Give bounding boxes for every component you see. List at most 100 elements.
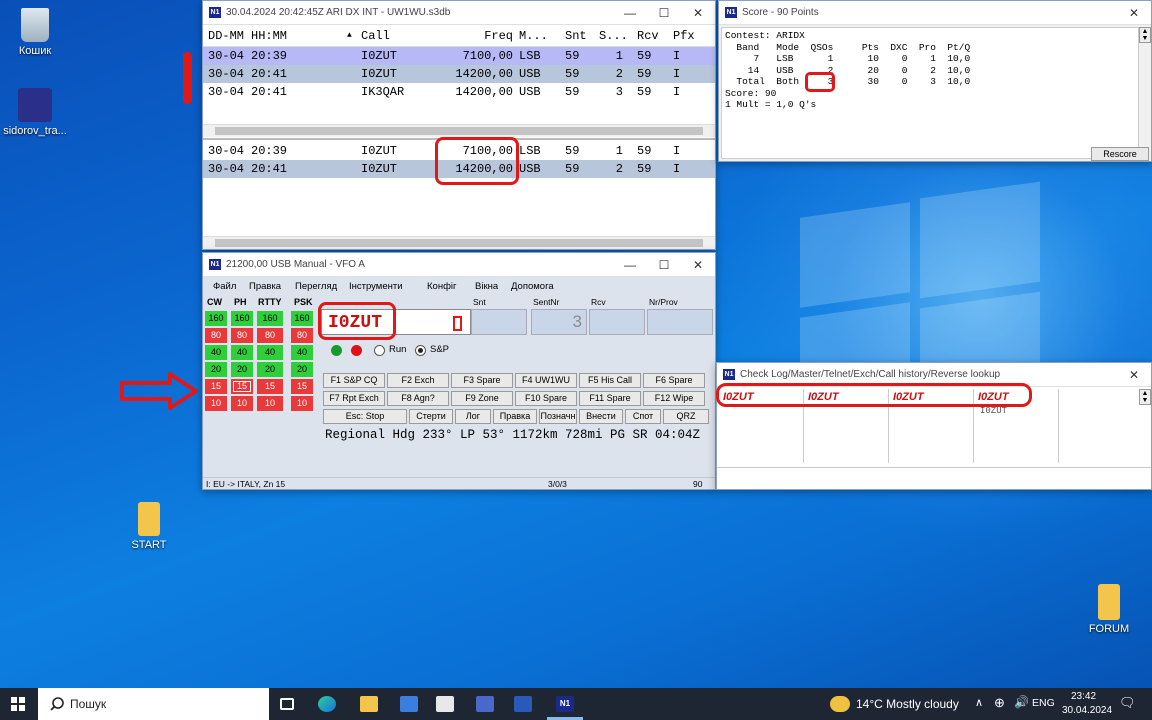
entry-window[interactable]: N1 21200,00 USB Manual - VFO A — ☐ ✕ Фай…: [202, 252, 716, 490]
col-time[interactable]: HH:MM: [247, 29, 347, 43]
program-shortcut-icon[interactable]: sidorov_tra...: [0, 88, 70, 137]
n1mm-taskbar-icon[interactable]: N1: [556, 696, 574, 712]
nrprov-field[interactable]: [647, 309, 713, 335]
rescore-button[interactable]: Rescore: [1091, 147, 1149, 161]
action-button[interactable]: Спот: [625, 409, 661, 424]
menu-item[interactable]: Інструменти: [349, 281, 403, 292]
store-icon[interactable]: [400, 696, 418, 712]
band-button[interactable]: 160: [257, 311, 283, 326]
rcv-field[interactable]: [589, 309, 645, 335]
log-hscrollbar[interactable]: [203, 124, 715, 137]
action-button[interactable]: QRZ: [663, 409, 709, 424]
function-key-button[interactable]: F8 Agn?: [387, 391, 449, 406]
band-button[interactable]: 15: [231, 379, 253, 394]
function-key-button[interactable]: F12 Wipe: [643, 391, 705, 406]
band-button[interactable]: 40: [231, 345, 253, 360]
maximize-icon[interactable]: ☐: [647, 6, 681, 20]
forum-folder-icon[interactable]: FORUM: [1074, 584, 1144, 635]
weather-text[interactable]: 14°C Mostly cloudy: [856, 697, 959, 711]
band-button[interactable]: 40: [257, 345, 283, 360]
table-row[interactable]: 30-04 20:41 IK3QAR 14200,00 USB 59 3 59 I: [203, 83, 715, 101]
col-sntnr[interactable]: S...: [595, 29, 631, 43]
band-button[interactable]: 80: [257, 328, 283, 343]
search-box[interactable]: Пошук: [38, 688, 269, 720]
edge-icon[interactable]: [318, 696, 336, 712]
band-button[interactable]: 20: [231, 362, 253, 377]
function-key-button[interactable]: F1 S&P CQ: [323, 373, 385, 388]
volume-icon[interactable]: 🔊: [1014, 695, 1029, 709]
action-button[interactable]: Внести: [579, 409, 623, 424]
col-snt[interactable]: Snt: [555, 29, 595, 43]
band-button[interactable]: 40: [205, 345, 227, 360]
band-button[interactable]: 160: [291, 311, 313, 326]
dup-hscrollbar[interactable]: [203, 236, 715, 249]
run-radio[interactable]: [374, 345, 385, 356]
band-button[interactable]: 80: [231, 328, 253, 343]
check-spin-icon[interactable]: ▲ ▼: [1139, 389, 1151, 405]
band-button[interactable]: 10: [291, 396, 313, 411]
col-rcv[interactable]: Rcv: [631, 29, 669, 43]
action-button[interactable]: Позначн: [539, 409, 577, 424]
close-icon[interactable]: ✕: [681, 258, 715, 272]
menu-item[interactable]: Перегляд: [295, 281, 337, 292]
mail-icon[interactable]: [436, 696, 454, 712]
function-key-button[interactable]: F6 Spare: [643, 373, 705, 388]
col-pfx[interactable]: Pfx: [669, 29, 699, 43]
app-window-icon[interactable]: [514, 696, 532, 712]
maximize-icon[interactable]: ☐: [647, 258, 681, 272]
close-icon[interactable]: ✕: [1117, 368, 1151, 382]
clock-time[interactable]: 23:42: [1071, 691, 1096, 702]
band-button[interactable]: 40: [291, 345, 313, 360]
band-button[interactable]: 160: [231, 311, 253, 326]
band-button[interactable]: 20: [205, 362, 227, 377]
band-button[interactable]: 15: [205, 379, 227, 394]
start-folder-icon[interactable]: START: [114, 502, 184, 551]
minimize-icon[interactable]: —: [613, 258, 647, 272]
action-button[interactable]: Лог: [455, 409, 491, 424]
col-freq[interactable]: Freq: [419, 29, 513, 43]
band-button[interactable]: 80: [205, 328, 227, 343]
band-button[interactable]: 15: [291, 379, 313, 394]
band-button[interactable]: 10: [205, 396, 227, 411]
col-mode[interactable]: M...: [513, 29, 555, 43]
action-button[interactable]: Стерти: [409, 409, 453, 424]
recycle-bin-icon[interactable]: Кошик: [0, 8, 70, 57]
weather-icon[interactable]: [830, 696, 850, 712]
task-view-icon[interactable]: [280, 698, 294, 710]
menu-item[interactable]: Файл: [213, 281, 236, 292]
table-row[interactable]: 30-04 20:39 I0ZUT 7100,00 LSB 59 1 59 I: [203, 47, 715, 65]
band-button[interactable]: 10: [257, 396, 283, 411]
col-call[interactable]: Call: [357, 29, 419, 43]
language-indicator[interactable]: ENG: [1032, 697, 1055, 709]
function-key-button[interactable]: F5 His Call: [579, 373, 641, 388]
band-button[interactable]: 20: [257, 362, 283, 377]
function-key-button[interactable]: F4 UW1WU: [515, 373, 577, 388]
menu-item[interactable]: Вікна: [475, 281, 498, 292]
chevron-up-icon[interactable]: ∧: [975, 696, 983, 709]
menu-item[interactable]: Допомога: [511, 281, 554, 292]
action-button[interactable]: Esc: Stop: [323, 409, 407, 424]
check-window[interactable]: N1 Check Log/Master/Telnet/Exch/Call his…: [716, 362, 1152, 490]
band-button[interactable]: 15: [257, 379, 283, 394]
minimize-icon[interactable]: —: [613, 6, 647, 20]
score-window[interactable]: N1 Score - 90 Points ✕ Contest: ARIDX Ba…: [718, 0, 1152, 162]
band-button[interactable]: 20: [291, 362, 313, 377]
clock-date[interactable]: 30.04.2024: [1062, 705, 1112, 716]
sentnr-field[interactable]: 3: [531, 309, 587, 335]
menu-item[interactable]: Правка: [249, 281, 281, 292]
score-spin-icon[interactable]: ▲ ▼: [1139, 27, 1151, 43]
network-icon[interactable]: ⊕: [994, 695, 1005, 711]
function-key-button[interactable]: F10 Spare: [515, 391, 577, 406]
function-key-button[interactable]: F11 Spare: [579, 391, 641, 406]
snt-field[interactable]: [471, 309, 527, 335]
close-icon[interactable]: ✕: [681, 6, 715, 20]
file-explorer-icon[interactable]: [360, 696, 378, 712]
notification-icon[interactable]: 🗨: [1119, 695, 1136, 711]
function-key-button[interactable]: F9 Zone: [451, 391, 513, 406]
windows-start-icon[interactable]: [11, 697, 25, 711]
save-app-icon[interactable]: [476, 696, 494, 712]
function-key-button[interactable]: F2 Exch: [387, 373, 449, 388]
check-input[interactable]: [717, 467, 1151, 489]
sp-radio[interactable]: [415, 345, 426, 356]
band-button[interactable]: 80: [291, 328, 313, 343]
